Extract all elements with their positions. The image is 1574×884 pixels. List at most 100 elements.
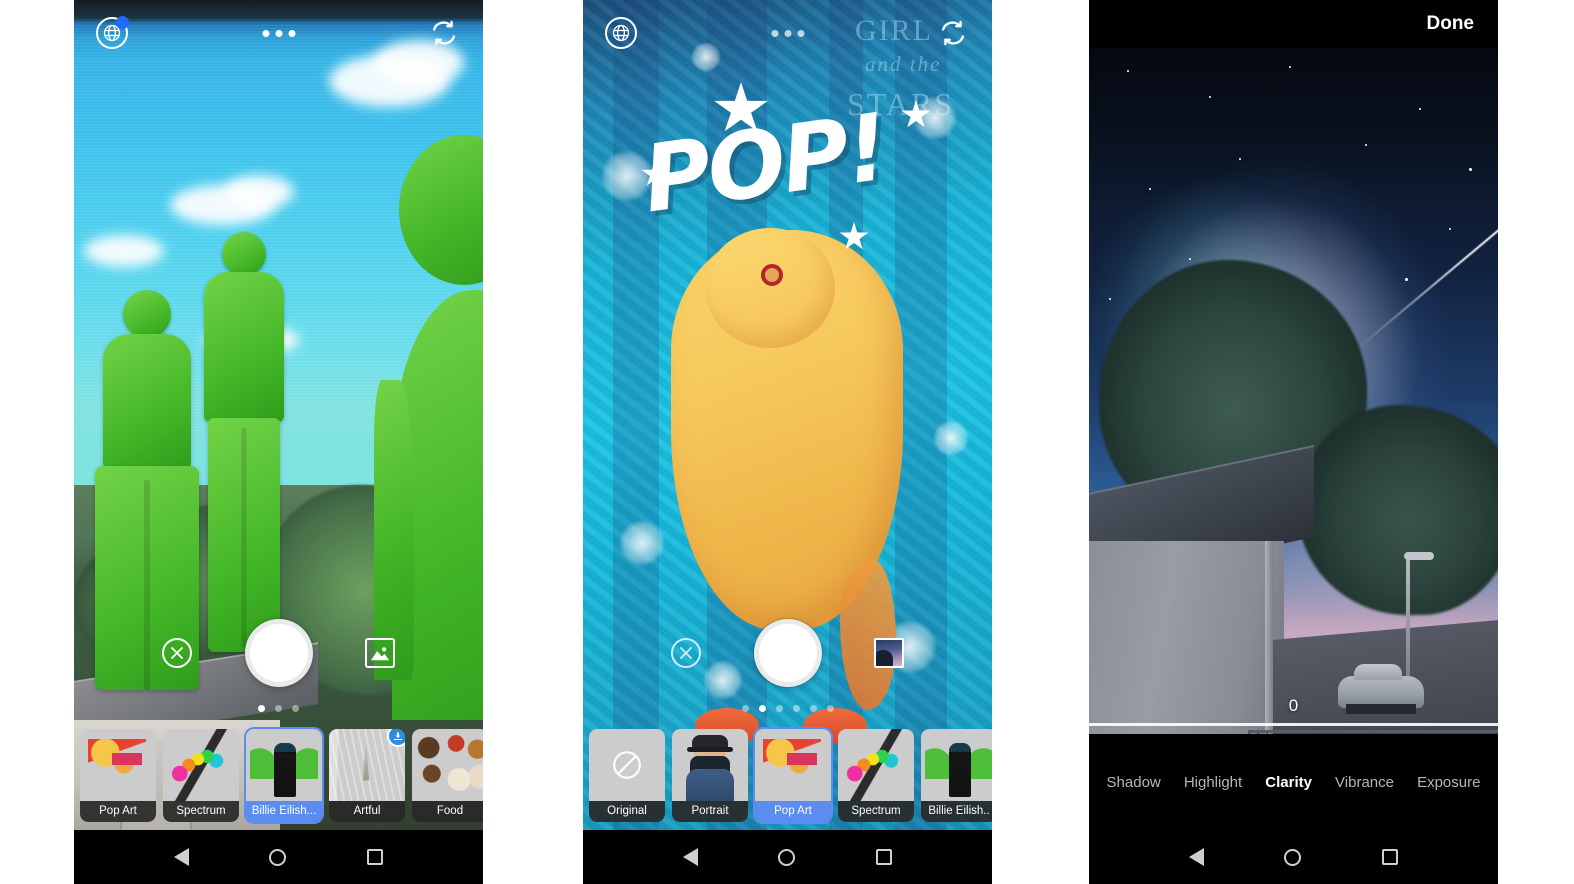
filter-label: Billie Eilish.. <box>921 800 992 822</box>
phone-panel-2: GIRL and the STARS POP! Original Portrai… <box>583 0 992 884</box>
star <box>1239 158 1241 160</box>
recents-icon[interactable] <box>366 849 383 865</box>
star <box>1365 144 1367 146</box>
recents-icon[interactable] <box>1381 849 1398 865</box>
filter-item[interactable]: Portrait <box>672 728 748 822</box>
flip-camera-icon[interactable] <box>427 16 461 50</box>
home-icon[interactable] <box>269 848 287 866</box>
close-icon[interactable] <box>162 638 192 668</box>
globe-icon[interactable] <box>96 16 129 49</box>
adjustment-slider[interactable] <box>1089 723 1498 726</box>
filter-thumbnail <box>589 728 665 801</box>
star <box>1469 168 1472 171</box>
star <box>1419 108 1421 110</box>
filter-thumbnail <box>838 728 914 801</box>
globe-icon[interactable] <box>605 17 637 49</box>
adjustment-clarity[interactable]: Clarity <box>1265 774 1312 791</box>
filter-thumbnail <box>755 728 831 801</box>
done-button[interactable]: Done <box>1427 13 1475 35</box>
filter-label: Food <box>412 800 483 822</box>
filter-item[interactable]: Original <box>589 728 665 822</box>
filter-thumbnail <box>163 728 239 801</box>
back-icon[interactable] <box>174 848 190 866</box>
star <box>1189 258 1191 260</box>
android-navbar[interactable] <box>1089 830 1498 884</box>
slider-value: 0 <box>1288 696 1299 715</box>
filter-label: Portrait <box>672 800 748 822</box>
bokeh <box>619 520 665 566</box>
background-trees <box>1298 405 1498 615</box>
panel2-filter-strip[interactable]: Original Portrait Pop Art Spectrum Billi… <box>583 720 992 830</box>
panel1-filter-strip[interactable]: Pop Art Spectrum Billie Eilish... Artful… <box>74 720 483 830</box>
adjustment-highlight[interactable]: Highlight <box>1184 774 1242 791</box>
filter-label: Pop Art <box>80 800 156 822</box>
adjustment-vibrance[interactable]: Vibrance <box>1335 774 1394 791</box>
android-navbar[interactable] <box>74 830 483 884</box>
filter-thumbnail <box>921 728 992 801</box>
filter-item[interactable]: Artful <box>329 728 405 822</box>
cloud <box>224 175 294 209</box>
adjustment-exposure[interactable]: Exposure <box>1417 774 1480 791</box>
notification-badge-icon <box>116 16 129 29</box>
flip-camera-icon[interactable] <box>936 16 970 50</box>
panel1-capture-controls <box>74 611 483 695</box>
star <box>1405 278 1408 281</box>
filter-item[interactable]: Pop Art <box>80 728 156 822</box>
more-options-icon[interactable] <box>771 29 804 37</box>
filter-label: Spectrum <box>163 800 239 822</box>
back-icon[interactable] <box>683 848 699 866</box>
more-options-icon[interactable] <box>262 29 295 37</box>
hat-shape <box>687 734 733 752</box>
filter-label: Spectrum <box>838 800 914 822</box>
filter-label: Pop Art <box>755 800 831 822</box>
star <box>1209 96 1211 98</box>
panel2-page-dots[interactable] <box>583 705 992 712</box>
star <box>1127 70 1129 72</box>
pop-art-bird-eye <box>761 264 783 286</box>
filter-thumbnail <box>246 728 322 801</box>
shutter-button[interactable] <box>244 619 313 687</box>
recents-icon[interactable] <box>875 849 892 865</box>
star <box>1289 66 1291 68</box>
phone-panel-3: Done 0 Shadow Highlight Clarity Vibrance… <box>1089 0 1498 884</box>
panel1-screen: Pop Art Spectrum Billie Eilish... Artful… <box>74 0 483 830</box>
star <box>1109 298 1111 300</box>
panel2-screen: GIRL and the STARS POP! Original Portrai… <box>583 0 992 830</box>
home-icon[interactable] <box>1284 848 1302 866</box>
filter-thumbnail <box>672 728 748 801</box>
filter-item-selected[interactable]: Pop Art <box>755 728 831 822</box>
panel1-page-dots[interactable] <box>74 705 483 712</box>
filter-item[interactable]: Billie Eilish.. <box>921 728 992 822</box>
filter-item-selected[interactable]: Billie Eilish... <box>246 728 322 822</box>
home-icon[interactable] <box>778 848 796 866</box>
bokeh <box>933 420 969 456</box>
filter-label: Billie Eilish... <box>246 800 322 822</box>
panel3-topbar: Done <box>1089 0 1498 48</box>
phone-panel-1: Pop Art Spectrum Billie Eilish... Artful… <box>74 0 483 884</box>
adjustment-toolbar: Shadow Highlight Clarity Vibrance Exposu… <box>1089 734 1498 830</box>
panel1-topbar <box>74 0 483 66</box>
shooting-star <box>1356 226 1498 350</box>
close-icon[interactable] <box>671 638 701 668</box>
filter-item[interactable]: Spectrum <box>838 728 914 822</box>
panel2-capture-controls <box>583 611 992 695</box>
ar-figure <box>196 232 292 652</box>
adjustment-shadow[interactable]: Shadow <box>1107 774 1161 791</box>
filter-item[interactable]: Food <box>412 728 483 822</box>
filter-item[interactable]: Spectrum <box>163 728 239 822</box>
android-navbar[interactable] <box>583 830 992 884</box>
filter-label: Original <box>589 800 665 822</box>
gallery-thumbnail[interactable] <box>874 638 904 668</box>
pop-art-bird-head <box>705 228 835 348</box>
back-icon[interactable] <box>1189 848 1205 866</box>
panel2-topbar <box>583 0 992 66</box>
shutter-button[interactable] <box>753 619 822 687</box>
panel3-screen: Done 0 Shadow Highlight Clarity Vibrance… <box>1089 0 1498 830</box>
screenshot-stage: Pop Art Spectrum Billie Eilish... Artful… <box>0 0 1574 884</box>
filter-thumbnail <box>412 728 483 801</box>
star <box>1449 228 1451 230</box>
cloud <box>84 235 164 267</box>
cloud-download-icon[interactable] <box>387 728 405 747</box>
gallery-icon[interactable] <box>365 638 395 668</box>
filter-thumbnail <box>80 728 156 801</box>
